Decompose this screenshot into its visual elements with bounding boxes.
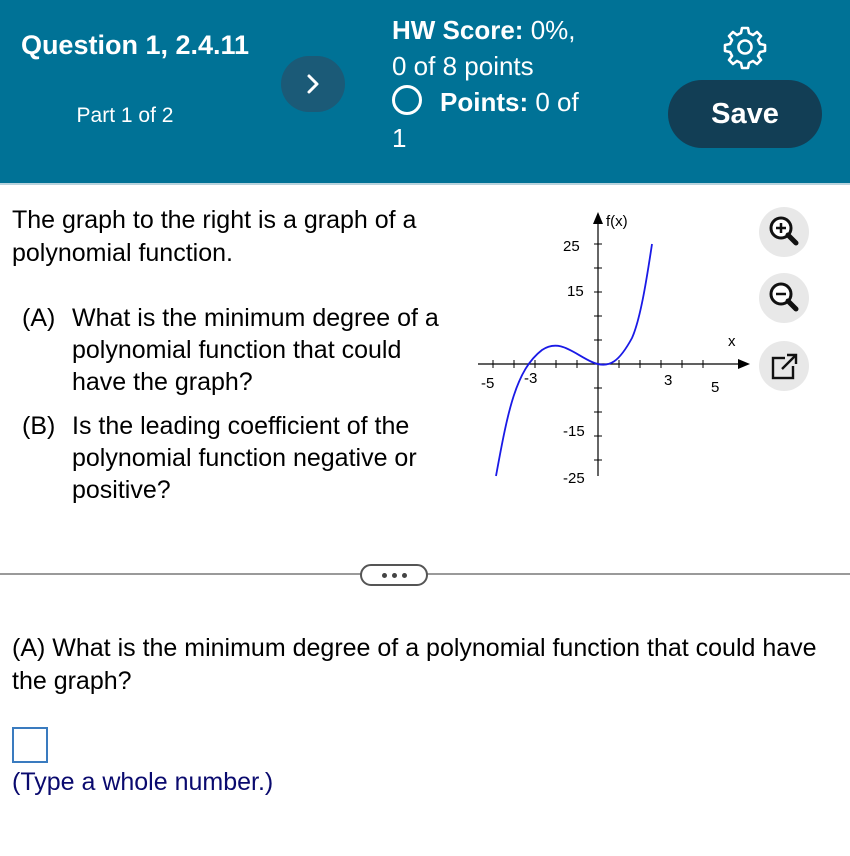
- answer-input[interactable]: [12, 727, 48, 763]
- question-label: (A): [22, 304, 56, 332]
- question-label: (B): [22, 412, 56, 440]
- x-tick-label: -3: [524, 370, 537, 387]
- x-axis-arrow: [738, 359, 750, 369]
- hw-score-value: 0%,: [530, 15, 576, 45]
- y-axis-label: f(x): [606, 213, 628, 230]
- chevron-right-icon: [307, 74, 319, 94]
- question-list: (A) What is the minimum degree of a poly…: [22, 302, 452, 518]
- question-text: What is the minimum degree of a polynomi…: [72, 304, 439, 396]
- points-value-cont: 1: [392, 123, 407, 153]
- x-axis-label: x: [728, 333, 736, 350]
- next-question-button[interactable]: [281, 56, 345, 112]
- save-button[interactable]: Save: [668, 80, 822, 148]
- score-block: HW Score: 0%, 0 of 8 points Points: 0 of…: [392, 12, 579, 156]
- question-part: Part 1 of 2: [76, 104, 174, 127]
- y-axis-arrow: [593, 212, 603, 224]
- question-item: (B) Is the leading coefficient of the po…: [22, 410, 452, 506]
- polynomial-graph: f(x) x -5 -3 3 5 25 15 -15 -25: [478, 212, 750, 487]
- dot-icon: [381, 572, 387, 578]
- x-tick-label: 5: [711, 379, 719, 396]
- y-tick-label: 25: [563, 238, 580, 255]
- points-label: Points:: [440, 87, 529, 117]
- points-value: 0 of: [535, 87, 579, 117]
- question-item: (A) What is the minimum degree of a poly…: [22, 302, 452, 398]
- hw-score-label: HW Score:: [392, 15, 524, 45]
- zoom-out-icon[interactable]: [758, 272, 810, 324]
- answer-question: (A) What is the minimum degree of a poly…: [12, 634, 817, 695]
- y-tick-label: -15: [563, 423, 585, 440]
- polynomial-curve: [495, 243, 653, 477]
- problem-intro: The graph to the right is a graph of a p…: [12, 206, 417, 267]
- points-status-icon: [392, 85, 422, 115]
- question-header: Question 1, 2.4.11 Part 1 of 2 HW Score:…: [0, 0, 850, 183]
- more-options-button[interactable]: [360, 564, 428, 586]
- question-title: Question 1, 2.4.11: [20, 30, 250, 60]
- zoom-in-icon[interactable]: [758, 206, 810, 258]
- x-tick-label: 3: [664, 372, 672, 389]
- answer-hint: (Type a whole number.): [12, 768, 274, 796]
- y-tick-label: 15: [567, 283, 584, 300]
- gear-icon[interactable]: [722, 24, 768, 70]
- points-total: 0 of 8 points: [392, 51, 534, 81]
- popout-icon[interactable]: [758, 340, 810, 392]
- header-divider: [0, 183, 850, 185]
- dot-icon: [401, 572, 407, 578]
- y-tick-label: -25: [563, 470, 585, 487]
- x-tick-label: -5: [481, 375, 494, 392]
- question-text: Is the leading coefficient of the polyno…: [72, 412, 417, 504]
- dot-icon: [391, 572, 397, 578]
